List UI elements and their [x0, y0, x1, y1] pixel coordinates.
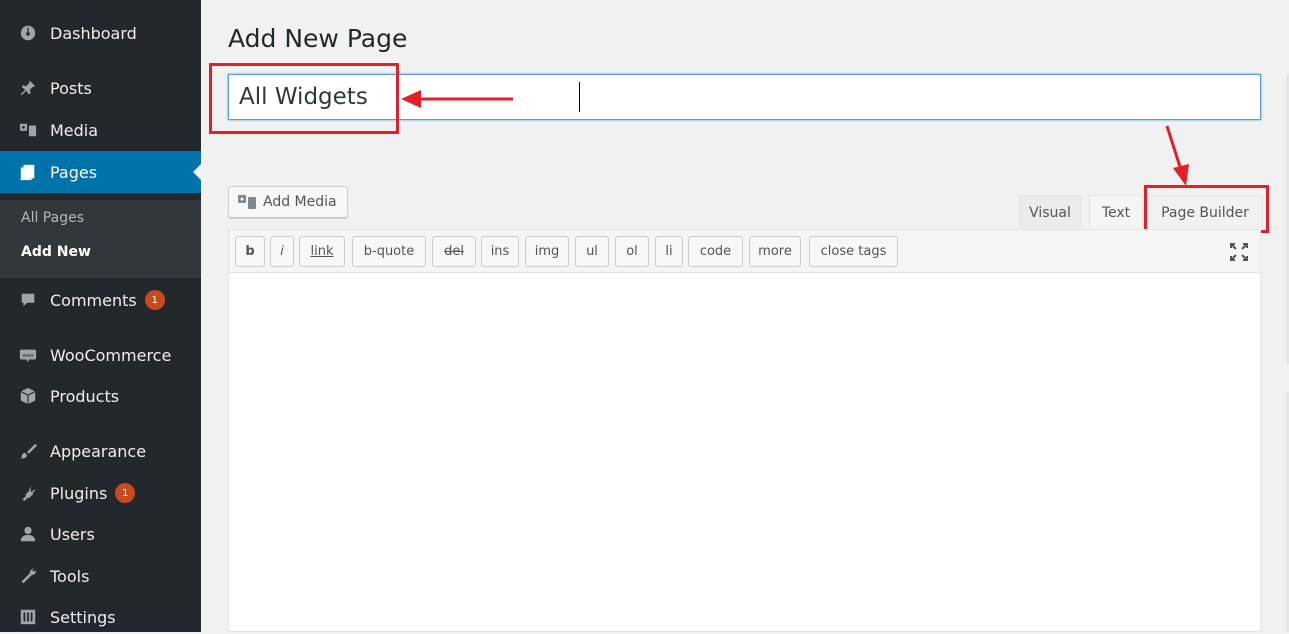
menu-label: Media [50, 120, 99, 140]
quicktag-del-button[interactable]: del [432, 236, 476, 267]
add-media-button[interactable]: Add Media [228, 186, 348, 218]
quicktag-italic-button[interactable]: i [270, 236, 294, 267]
quicktag-ins-button[interactable]: ins [481, 236, 519, 267]
pin-icon [18, 78, 38, 98]
tab-text[interactable]: Text [1089, 195, 1143, 229]
page-builder-annotation-arrow [1165, 125, 1189, 186]
quicktags-toolbar: b i link b-quote del ins img ul ol li co… [229, 230, 1260, 273]
menu-comments[interactable]: Comments 1 [0, 283, 201, 317]
menu-label: WooCommerce [50, 345, 172, 365]
menu-appearance[interactable]: Appearance [0, 434, 201, 468]
brush-icon [18, 441, 38, 461]
plugins-count-badge: 1 [115, 483, 136, 503]
post-title-input[interactable] [228, 74, 1261, 120]
menu-label: Comments [50, 290, 137, 310]
box-icon [18, 386, 38, 406]
menu-label: Appearance [50, 441, 147, 461]
menu-media[interactable]: Media [0, 113, 201, 147]
menu-posts[interactable]: Posts [0, 71, 201, 105]
menu-dashboard[interactable]: Dashboard [0, 16, 201, 50]
editor-area[interactable]: b i link b-quote del ins img ul ol li co… [228, 229, 1261, 632]
menu-products[interactable]: Products [0, 379, 201, 413]
menu-label: Plugins [50, 483, 108, 503]
wrench-icon [18, 566, 38, 586]
settings-icon [18, 607, 38, 627]
quicktag-more-button[interactable]: more [749, 236, 801, 267]
tab-page-builder[interactable]: Page Builder [1147, 195, 1263, 229]
menu-label: Products [50, 386, 120, 406]
dashboard-icon [18, 23, 38, 43]
title-annotation-arrow [401, 90, 513, 108]
tab-label: Visual [1029, 204, 1071, 221]
quicktag-code-button[interactable]: code [688, 236, 743, 267]
quicktag-bquote-button[interactable]: b-quote [352, 236, 426, 267]
plug-icon [18, 483, 38, 503]
menu-plugins[interactable]: Plugins 1 [0, 476, 201, 510]
admin-sidebar: Dashboard Posts Media Pages All Pages Ad… [0, 0, 201, 632]
menu-label: Posts [50, 78, 92, 98]
submenu-add-new[interactable]: Add New [21, 244, 91, 260]
menu-label: Settings [50, 607, 116, 627]
menu-label: Pages [50, 162, 98, 182]
submenu-all-pages[interactable]: All Pages [21, 210, 84, 226]
menu-woocommerce[interactable]: woo WooCommerce [0, 338, 201, 372]
menu-settings[interactable]: Settings [0, 600, 201, 634]
pages-submenu: All Pages Add New [0, 200, 201, 278]
quicktag-img-button[interactable]: img [525, 236, 569, 267]
tab-label: Page Builder [1161, 204, 1249, 221]
quicktag-ol-button[interactable]: ol [615, 236, 649, 267]
add-media-label: Add Media [263, 194, 337, 210]
quicktag-li-button[interactable]: li [655, 236, 683, 267]
quicktag-bold-button[interactable]: b [235, 236, 265, 267]
svg-text:woo: woo [23, 353, 34, 359]
tab-visual[interactable]: Visual [1019, 195, 1081, 229]
main-content: Add New Page Add Media Visual Text Page … [201, 0, 1289, 632]
fullscreen-icon[interactable] [1229, 242, 1249, 262]
menu-tools[interactable]: Tools [0, 559, 201, 593]
tab-label: Text [1101, 204, 1131, 221]
menu-label: Users [50, 524, 95, 544]
quicktag-ul-button[interactable]: ul [575, 236, 609, 267]
media-icon [18, 120, 38, 140]
comment-icon [18, 290, 38, 310]
menu-pages[interactable]: Pages [0, 151, 201, 193]
woo-icon: woo [18, 345, 38, 365]
quicktag-link-button[interactable]: link [299, 236, 345, 267]
menu-label: Tools [50, 566, 90, 586]
page-title: Add New Page [228, 24, 408, 53]
pages-icon [18, 162, 38, 182]
menu-label: Dashboard [50, 23, 137, 43]
text-caret [579, 82, 580, 112]
menu-users[interactable]: Users [0, 517, 201, 551]
user-icon [18, 524, 38, 544]
media-icon [238, 195, 256, 209]
quicktag-close-tags-button[interactable]: close tags [809, 236, 898, 267]
comments-count-badge: 1 [144, 290, 165, 310]
